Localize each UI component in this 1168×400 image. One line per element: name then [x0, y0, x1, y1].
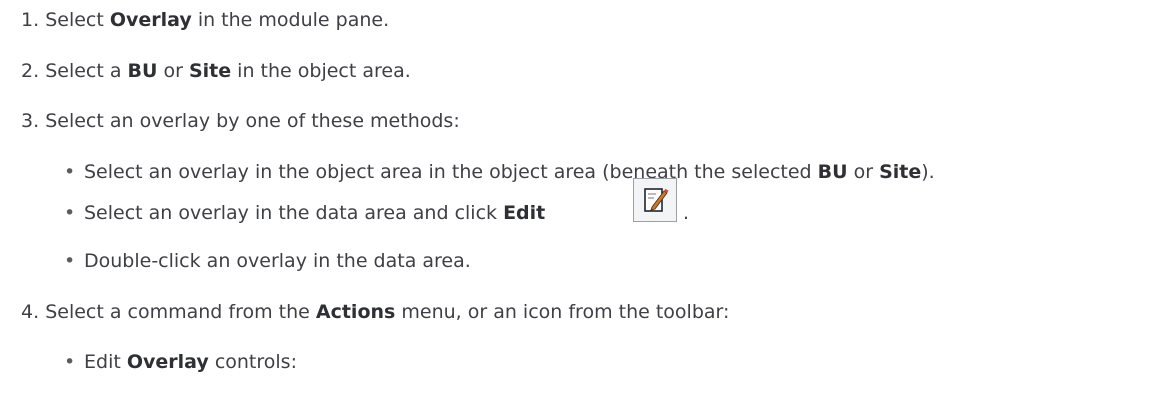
step-bold: Actions — [315, 301, 396, 323]
method-text: Double-click an overlay in the data area… — [84, 250, 471, 272]
step-bold: Overlay — [109, 9, 192, 31]
step-text: in the object area. — [231, 60, 411, 82]
step-number: 2. — [21, 60, 40, 82]
step-text: Select a — [45, 60, 128, 82]
step-4: 4. Select a command from the Actions men… — [21, 300, 729, 324]
method-bold: Site — [879, 161, 922, 183]
step-text: or — [157, 60, 189, 82]
edit-icon[interactable] — [633, 178, 677, 222]
method-bold: BU — [817, 161, 848, 183]
method-text: Select an overlay in the data area and c… — [84, 202, 504, 224]
bullet-icon: • — [64, 202, 76, 224]
bullet-icon: • — [64, 161, 76, 183]
step-text: Select an overlay by one of these method… — [45, 110, 460, 132]
sub-text: Edit — [84, 351, 127, 373]
method-text: . — [683, 202, 690, 224]
edit-icon-graphic — [644, 188, 669, 212]
sub-text: controls: — [208, 351, 297, 373]
step-text: menu, or an icon from the toolbar: — [395, 301, 730, 323]
bullet-icon: • — [64, 351, 76, 373]
sub-bold: Overlay — [126, 351, 209, 373]
step-text: Select — [45, 9, 110, 31]
method-item-2: • Select an overlay in the data area and … — [64, 201, 545, 225]
bullet-icon: • — [64, 250, 76, 272]
method-bold: Edit — [503, 202, 546, 224]
method-text: or — [847, 161, 880, 183]
step-3: 3. Select an overlay by one of these met… — [21, 109, 460, 133]
step-number: 4. — [21, 301, 40, 323]
method-text: Select an overlay in the object area in … — [84, 161, 818, 183]
step-number: 1. — [21, 9, 40, 31]
method-text: ). — [921, 161, 935, 183]
step-1: 1. Select Overlay in the module pane. — [21, 8, 389, 32]
step-number: 3. — [21, 110, 40, 132]
method-item-1: • Select an overlay in the object area in… — [64, 160, 935, 184]
sub-item-1: • Edit Overlay controls: — [64, 350, 297, 374]
step-2: 2. Select a BU or Site in the object are… — [21, 59, 411, 83]
step-bold: BU — [127, 60, 158, 82]
step-text: in the module pane. — [191, 9, 390, 31]
method-item-2-end: . — [683, 201, 689, 225]
method-item-3: • Double-click an overlay in the data are… — [64, 249, 471, 273]
step-text: Select a command from the — [45, 301, 316, 323]
step-bold: Site — [188, 60, 232, 82]
